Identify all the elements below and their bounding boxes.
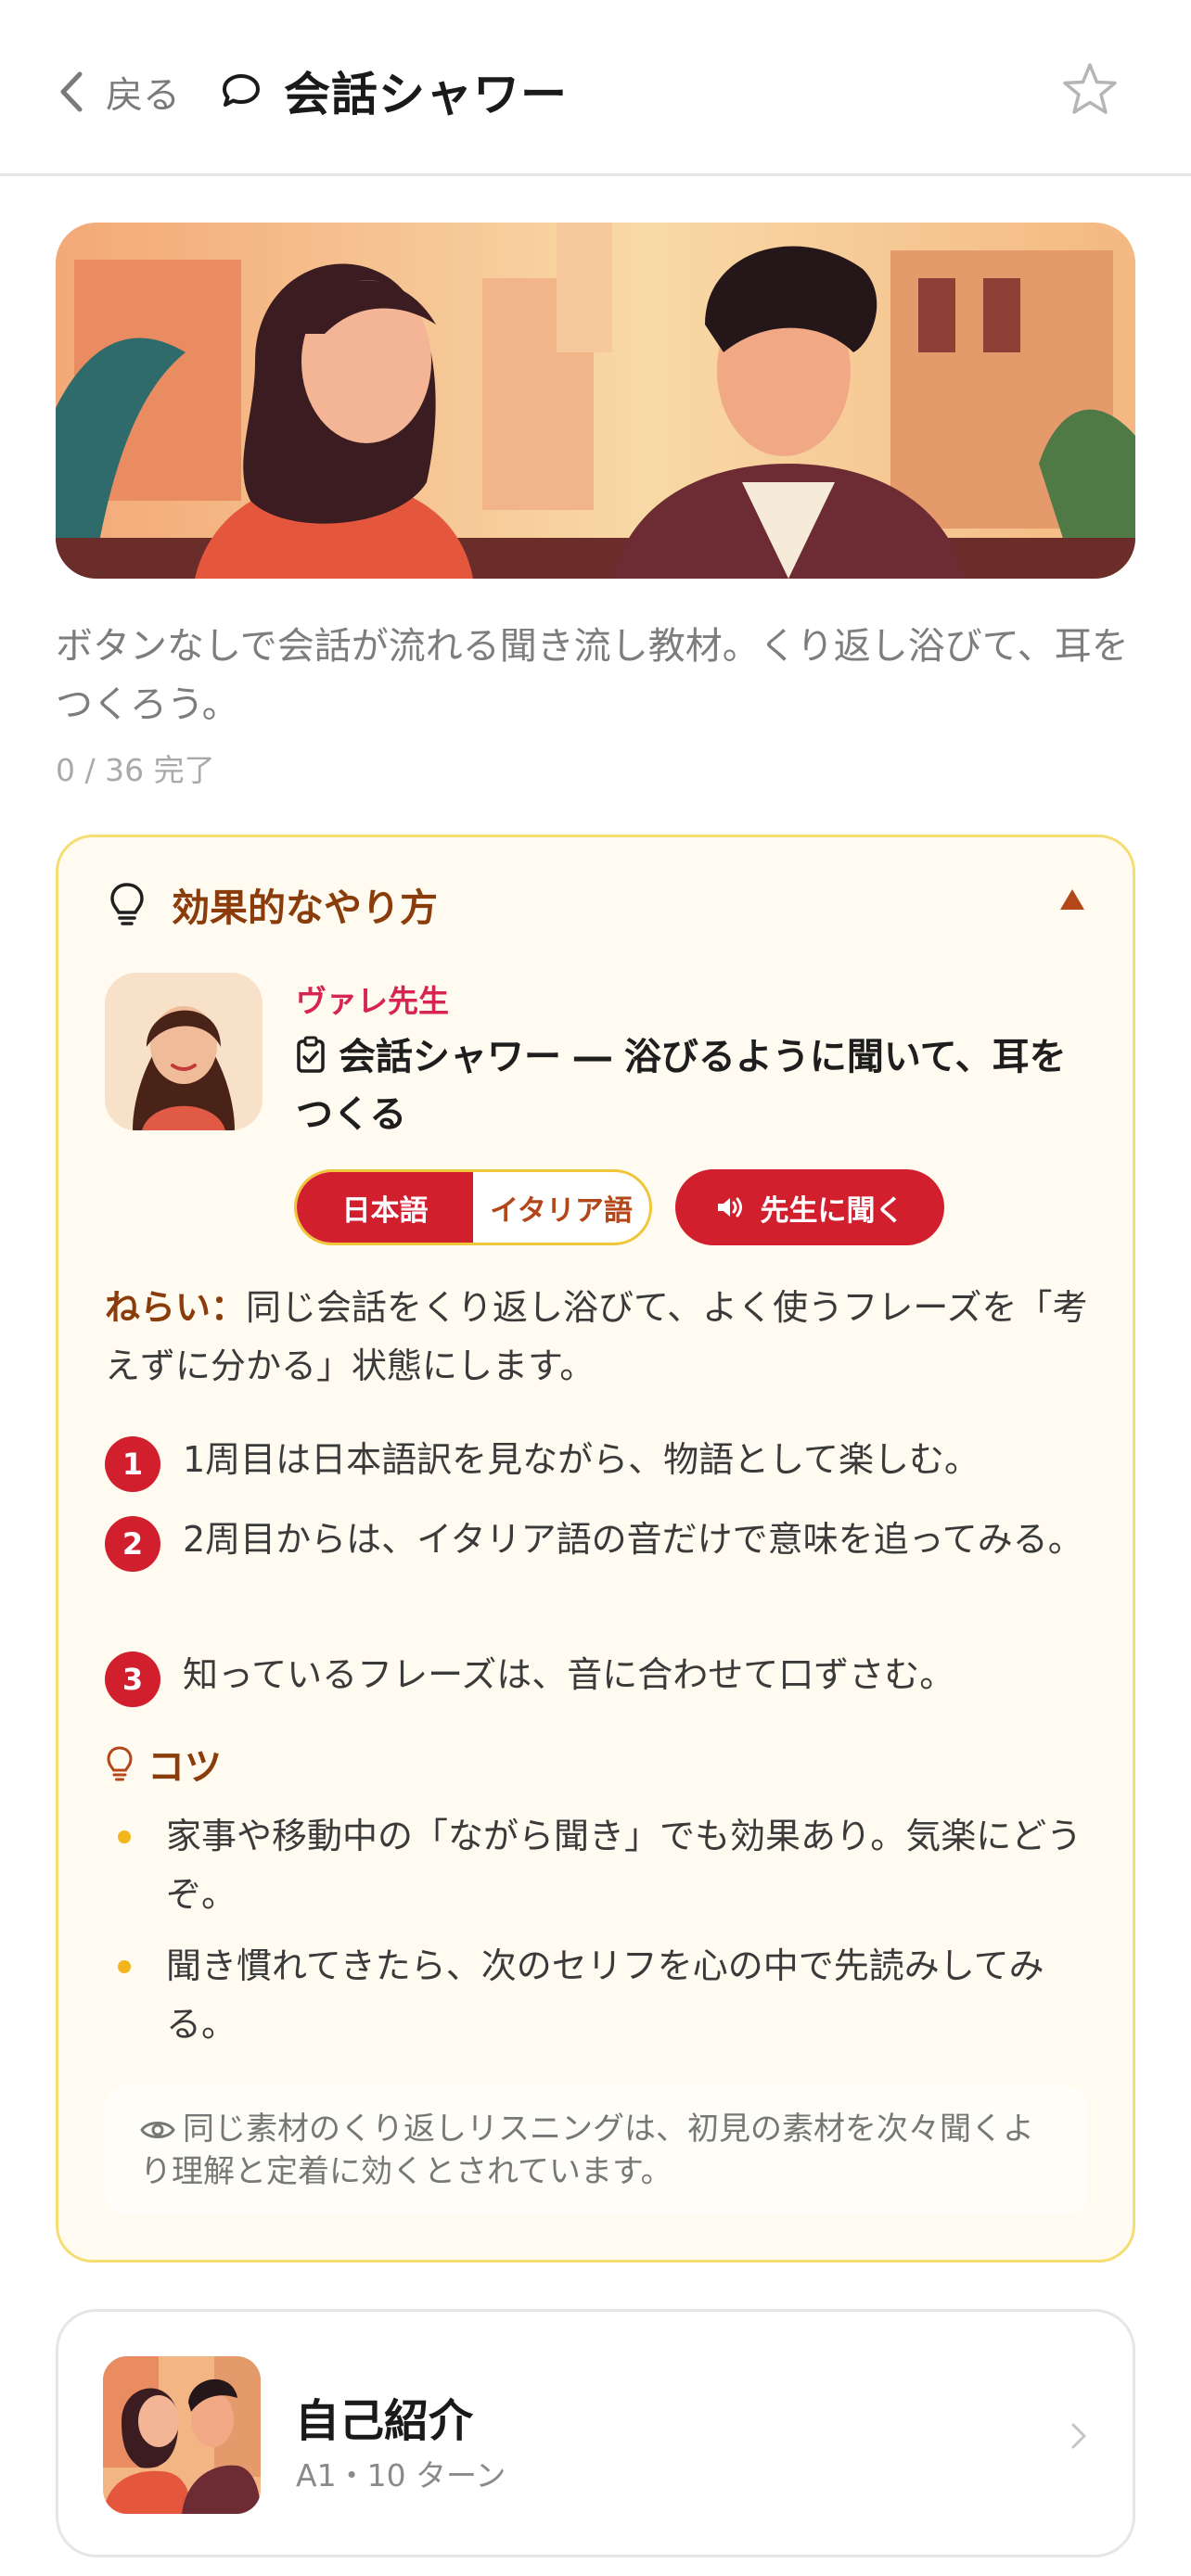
- tips-header[interactable]: 効果的なやり方: [109, 876, 438, 932]
- lightbulb-icon: [110, 883, 144, 925]
- goal-paragraph: ねらい：同じ会話をくり返し浴びて、よく使うフレーズを「考えずに分かる」状態にしま…: [105, 1279, 1097, 1396]
- speaker-icon: [717, 1197, 742, 1218]
- top-navigation-bar: 戻る 会話シャワー: [0, 0, 1191, 176]
- tip-bullet-text: 家事や移動中の「ながら聞き」でも効果あり。気楽にどうぞ。: [166, 1816, 1082, 1915]
- back-button[interactable]: 戻る: [58, 65, 180, 119]
- lang-option-italian[interactable]: イタリア語: [473, 1172, 649, 1243]
- lesson-name: 自己紹介: [295, 2395, 474, 2447]
- lang-option-japanese[interactable]: 日本語: [297, 1172, 473, 1243]
- page-title-group: 会話シャワー: [219, 57, 568, 124]
- back-label: 戻る: [106, 74, 180, 117]
- course-description: ボタンなしで会話が流れる聞き流し教材。くり返し浴びて、耳をつくろう。: [56, 625, 1129, 726]
- goal-text: 同じ会話をくり返し浴びて、よく使うフレーズを「考えずに分かる」状態にします。: [105, 1287, 1088, 1386]
- page-title: 会話シャワー: [284, 68, 568, 121]
- step-number-badge: 1: [105, 1436, 160, 1492]
- step-item: 1 1周目は日本語訳を見ながら、物語として楽しむ。: [105, 1431, 1097, 1492]
- chevron-right-icon: [1071, 2423, 1086, 2449]
- step-item: 2 2周目からは、イタリア語の音だけで意味を追ってみる。: [105, 1511, 1097, 1572]
- teacher-avatar: [105, 973, 263, 1130]
- lesson-thumbnail: [103, 2356, 261, 2514]
- step-text: 1周目は日本語訳を見ながら、物語として楽しむ。: [183, 1439, 980, 1480]
- step-text: 2周目からは、イタリア語の音だけで意味を追ってみる。: [183, 1519, 1083, 1560]
- star-icon[interactable]: [1061, 61, 1119, 119]
- clipboard-icon: [297, 1036, 325, 1073]
- speech-bubble-icon: [223, 74, 260, 107]
- ask-teacher-label: 先生に聞く: [760, 1193, 904, 1228]
- step-text: 知っているフレーズは、音に合わせて口ずさむ。: [183, 1654, 955, 1695]
- tip-bullet-item: 聞き慣れてきたら、次のセリフを心の中で先読みしてみる。: [118, 1937, 1092, 2054]
- research-note: 同じ素材のくり返しリスニングは、初見の素材を次々聞くより理解と定着に効くとされて…: [105, 2085, 1088, 2215]
- eye-icon: [140, 2122, 175, 2138]
- tips-subheading-text: コツ: [147, 1746, 222, 1789]
- chevron-left-icon: [60, 71, 83, 112]
- step-number-badge: 3: [105, 1651, 160, 1707]
- lesson-subtitle: 会話シャワー ― 浴びるように聞いて、耳をつくる: [296, 1028, 1103, 1143]
- lesson-subtitle-text: 会話シャワー ― 浴びるように聞いて、耳をつくる: [296, 1036, 1067, 1136]
- teacher-name: ヴァレ先生: [296, 983, 449, 1019]
- tip-bullet-text: 聞き慣れてきたら、次のセリフを心の中で先読みしてみる。: [166, 1945, 1044, 2045]
- bullet-dot: [118, 1960, 131, 1973]
- tips-title: 効果的なやり方: [172, 886, 438, 930]
- research-note-text: 同じ素材のくり返しリスニングは、初見の素材を次々聞くより理解と定着に効くとされて…: [140, 2111, 1034, 2190]
- ask-teacher-button[interactable]: 先生に聞く: [675, 1169, 944, 1245]
- language-toggle: 日本語 イタリア語: [294, 1169, 652, 1245]
- step-item: 3 知っているフレーズは、音に合わせて口ずさむ。: [105, 1646, 1097, 1707]
- lightbulb-icon: [107, 1746, 133, 1781]
- hero-illustration: [56, 223, 1135, 579]
- lesson-meta: A1・10 ターン: [296, 2457, 506, 2493]
- lesson-card[interactable]: 自己紹介 A1・10 ターン: [56, 2309, 1135, 2557]
- triangle-up-icon[interactable]: [1058, 887, 1086, 912]
- progress-text: 0 / 36 完了: [56, 752, 215, 788]
- tips-panel: 効果的なやり方 ヴァレ先生 会話シャワー ― 浴びるように聞いて、耳をつくる 日…: [56, 835, 1135, 2263]
- tip-bullet-item: 家事や移動中の「ながら聞き」でも効果あり。気楽にどうぞ。: [118, 1807, 1092, 1924]
- goal-label: ねらい：: [105, 1287, 247, 1328]
- tips-subheading: コツ: [105, 1737, 222, 1791]
- bullet-dot: [118, 1830, 131, 1843]
- step-number-badge: 2: [105, 1516, 160, 1572]
